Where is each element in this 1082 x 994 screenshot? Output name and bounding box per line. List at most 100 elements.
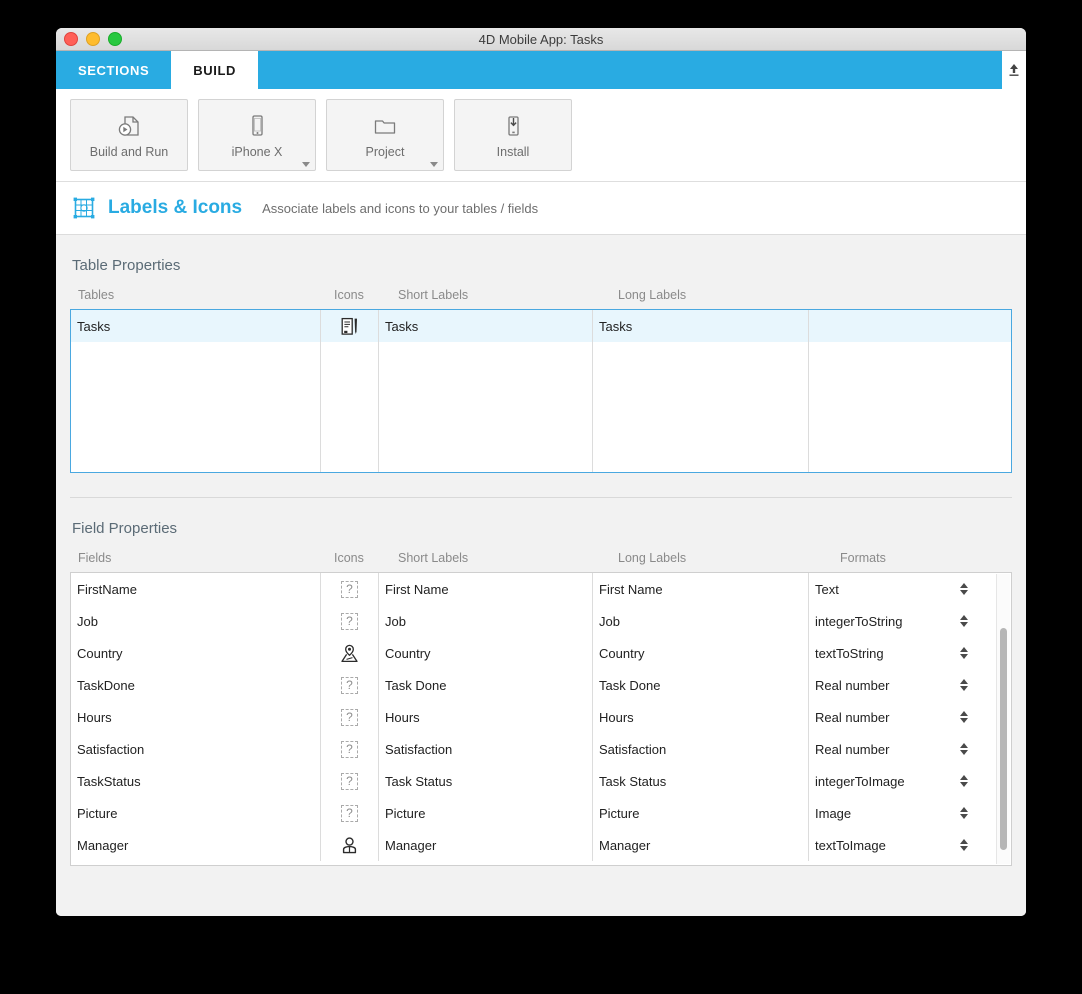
field-name[interactable]: Job: [71, 605, 321, 637]
map-pin-icon: [341, 644, 358, 662]
field-properties-grid[interactable]: FirstName ? First Name First Name Text J…: [70, 572, 1012, 866]
format-stepper[interactable]: [960, 679, 968, 691]
format-stepper[interactable]: [960, 839, 968, 851]
field-long-label[interactable]: Hours: [593, 701, 809, 733]
table-row-name[interactable]: Tasks: [71, 310, 321, 342]
field-short-label[interactable]: Satisfaction: [379, 733, 593, 765]
table-row[interactable]: Hours ? Hours Hours Real number: [71, 701, 1011, 733]
tab-sections[interactable]: SECTIONS: [56, 51, 171, 89]
field-format-select[interactable]: Real number: [809, 733, 976, 765]
field-icon-cell[interactable]: ?: [321, 573, 379, 605]
table-row[interactable]: Satisfaction ? Satisfaction Satisfaction…: [71, 733, 1011, 765]
empty-cell: [71, 374, 321, 406]
field-format-select[interactable]: integerToString: [809, 605, 976, 637]
field-name[interactable]: TaskStatus: [71, 765, 321, 797]
field-name[interactable]: Satisfaction: [71, 733, 321, 765]
field-grid-scrollbar[interactable]: [996, 574, 1010, 864]
field-name[interactable]: Manager: [71, 829, 321, 861]
field-icon-cell[interactable]: ?: [321, 701, 379, 733]
field-icon-cell[interactable]: [321, 637, 379, 669]
device-select-button[interactable]: iPhone X: [198, 99, 316, 171]
build-and-run-button[interactable]: Build and Run: [70, 99, 188, 171]
table-row[interactable]: Job ? Job Job integerToString: [71, 605, 1011, 637]
table-row[interactable]: Picture ? Picture Picture Image: [71, 797, 1011, 829]
table-row[interactable]: FirstName ? First Name First Name Text: [71, 573, 1011, 605]
field-format-select[interactable]: Text: [809, 573, 976, 605]
format-stepper[interactable]: [960, 711, 968, 723]
field-format-value: Real number: [815, 709, 890, 725]
table-row[interactable]: Country Country Country textToString: [71, 637, 1011, 669]
table-properties-grid[interactable]: Tasks Tasks Tasks: [70, 309, 1012, 473]
field-format-select[interactable]: Real number: [809, 669, 976, 701]
tab-build[interactable]: BUILD: [171, 51, 258, 89]
table-empty-row[interactable]: [71, 374, 1011, 406]
field-icon-cell[interactable]: ?: [321, 765, 379, 797]
table-empty-row[interactable]: [71, 438, 1011, 472]
folder-icon: [371, 111, 399, 141]
format-stepper[interactable]: [960, 743, 968, 755]
field-short-label[interactable]: Task Done: [379, 669, 593, 701]
field-long-label[interactable]: Picture: [593, 797, 809, 829]
field-short-label[interactable]: Picture: [379, 797, 593, 829]
field-long-label[interactable]: First Name: [593, 573, 809, 605]
field-short-label[interactable]: Job: [379, 605, 593, 637]
chevron-down-icon[interactable]: [430, 162, 438, 167]
close-button[interactable]: [64, 32, 78, 46]
field-long-label[interactable]: Job: [593, 605, 809, 637]
field-icon-cell[interactable]: ?: [321, 669, 379, 701]
table-row-long-label[interactable]: Tasks: [593, 310, 809, 342]
field-format-select[interactable]: Real number: [809, 701, 976, 733]
content-area: Table Properties Tables Icons Short Labe…: [56, 235, 1026, 916]
table-row-short-label[interactable]: Tasks: [379, 310, 593, 342]
field-long-label[interactable]: Satisfaction: [593, 733, 809, 765]
field-icon-cell[interactable]: ?: [321, 733, 379, 765]
field-short-label[interactable]: Country: [379, 637, 593, 669]
field-long-label[interactable]: Task Done: [593, 669, 809, 701]
field-name[interactable]: TaskDone: [71, 669, 321, 701]
field-format-select[interactable]: integerToImage: [809, 765, 976, 797]
format-stepper[interactable]: [960, 615, 968, 627]
scrollbar-thumb[interactable]: [1000, 628, 1007, 850]
table-row[interactable]: TaskDone ? Task Done Task Done Real numb…: [71, 669, 1011, 701]
field-short-label[interactable]: Manager: [379, 829, 593, 861]
format-stepper[interactable]: [960, 583, 968, 595]
field-icon-cell[interactable]: ?: [321, 605, 379, 637]
minimize-button[interactable]: [86, 32, 100, 46]
table-row[interactable]: TaskStatus ? Task Status Task Status int…: [71, 765, 1011, 797]
empty-cell: [809, 342, 989, 374]
field-icon-cell[interactable]: [321, 829, 379, 861]
table-row-extra[interactable]: [809, 310, 989, 342]
field-format-value: Real number: [815, 677, 890, 693]
field-icon-cell[interactable]: ?: [321, 797, 379, 829]
format-stepper[interactable]: [960, 647, 968, 659]
field-long-label[interactable]: Task Status: [593, 765, 809, 797]
install-button[interactable]: Install: [454, 99, 572, 171]
field-short-label[interactable]: Hours: [379, 701, 593, 733]
question-placeholder-icon: ?: [341, 676, 358, 694]
table-empty-row[interactable]: [71, 406, 1011, 438]
field-format-select[interactable]: textToImage: [809, 829, 976, 861]
table-row-icon-cell[interactable]: [321, 310, 379, 342]
field-short-label[interactable]: First Name: [379, 573, 593, 605]
project-button[interactable]: Project: [326, 99, 444, 171]
field-name[interactable]: Country: [71, 637, 321, 669]
field-name[interactable]: FirstName: [71, 573, 321, 605]
field-long-label[interactable]: Country: [593, 637, 809, 669]
format-stepper[interactable]: [960, 775, 968, 787]
table-row[interactable]: Manager Manager Manager textToImage: [71, 829, 1011, 861]
field-format-select[interactable]: Image: [809, 797, 976, 829]
upload-button[interactable]: [1002, 51, 1026, 89]
field-name[interactable]: Hours: [71, 701, 321, 733]
empty-cell: [379, 342, 593, 374]
field-format-select[interactable]: textToString: [809, 637, 976, 669]
table-row[interactable]: Tasks Tasks Tasks: [71, 310, 1011, 342]
zoom-button[interactable]: [108, 32, 122, 46]
field-name[interactable]: Picture: [71, 797, 321, 829]
install-label: Install: [496, 145, 530, 159]
table-empty-row[interactable]: [71, 342, 1011, 374]
empty-cell: [321, 342, 379, 374]
chevron-down-icon[interactable]: [302, 162, 310, 167]
field-long-label[interactable]: Manager: [593, 829, 809, 861]
field-short-label[interactable]: Task Status: [379, 765, 593, 797]
format-stepper[interactable]: [960, 807, 968, 819]
